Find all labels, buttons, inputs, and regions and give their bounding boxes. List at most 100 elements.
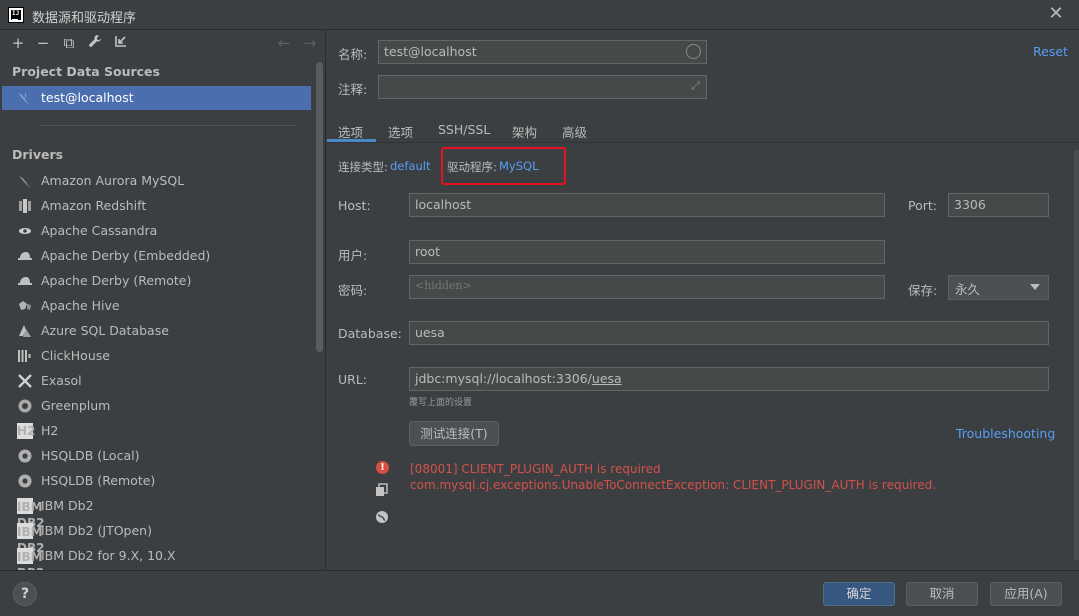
- tab-schema[interactable]: 架构: [512, 122, 537, 141]
- driver-item[interactable]: ClickHouse: [0, 344, 312, 369]
- right-pane: 名称: test@localhost Reset 注释: ⤢ 选项 选项 SSH…: [327, 30, 1079, 570]
- driver-label: Apache Hive: [41, 298, 120, 313]
- left-scrollbar[interactable]: [316, 62, 323, 352]
- driver-item[interactable]: IBMDB2 IBM Db2 for 9.X, 10.X: [0, 544, 312, 580]
- ibm-db2-icon: IBMDB2: [17, 498, 44, 530]
- expand-icon[interactable]: ⤢: [691, 79, 700, 93]
- eye-icon: [17, 223, 33, 239]
- duplicate-icon[interactable]: ⧉: [60, 34, 78, 52]
- save-select[interactable]: 永久: [948, 275, 1049, 300]
- title-bar: IJ 数据源和驱动程序 ✕: [0, 0, 1079, 30]
- drivers-title: Drivers: [12, 147, 64, 162]
- circle-icon: [17, 398, 33, 414]
- tabs-divider: [327, 142, 1079, 143]
- driver-item[interactable]: Amazon Aurora MySQL: [0, 169, 312, 194]
- x-icon: [17, 373, 33, 389]
- user-label: 用户:: [338, 248, 368, 263]
- driver-label: HSQLDB (Local): [41, 448, 140, 463]
- driver-label: 驱动程序:: [447, 160, 497, 174]
- driver-item[interactable]: Apache Derby (Embedded): [0, 244, 312, 269]
- driver-label: Amazon Aurora MySQL: [41, 173, 185, 188]
- ibm-db2-icon: IBMDB2: [17, 548, 44, 580]
- driver-label: HSQLDB (Remote): [41, 473, 156, 488]
- comment-label: 注释:: [338, 82, 368, 97]
- import-icon[interactable]: [112, 34, 130, 52]
- test-connection-button[interactable]: 测试连接(T): [409, 421, 499, 446]
- driver-item[interactable]: H2 H2: [0, 419, 312, 444]
- comment-field[interactable]: ⤢: [378, 75, 707, 99]
- wrench-icon[interactable]: [86, 34, 104, 52]
- error-message-line-2: com.mysql.cj.exceptions.UnableToConnectE…: [410, 478, 937, 492]
- dialog-footer: ? 确定 取消 应用(A): [0, 570, 1079, 616]
- database-field[interactable]: uesa: [409, 321, 1049, 345]
- name-field[interactable]: test@localhost: [378, 40, 707, 64]
- section-divider: [40, 125, 296, 126]
- connection-type-link[interactable]: default: [390, 159, 430, 173]
- driver-label: Greenplum: [41, 398, 111, 413]
- driver-link[interactable]: MySQL: [499, 159, 539, 173]
- url-label: URL:: [338, 372, 368, 387]
- left-toolbar: + − ⧉ ← →: [0, 30, 326, 58]
- driver-label: Exasol: [41, 373, 82, 388]
- left-pane: + − ⧉ ← → Project Data Sources test@loca…: [0, 30, 326, 580]
- save-label: 保存:: [908, 283, 938, 298]
- ok-button[interactable]: 确定: [823, 582, 895, 606]
- url-hint: 覆写上面的设置: [409, 398, 473, 408]
- azure-triangle-icon: [17, 323, 33, 339]
- h2-icon: H2: [17, 423, 36, 439]
- app-logo-icon: IJ: [8, 7, 24, 23]
- forward-arrow-icon[interactable]: →: [301, 34, 319, 52]
- data-source-item[interactable]: test@localhost: [2, 86, 311, 110]
- troubleshooting-link[interactable]: Troubleshooting: [956, 426, 1055, 441]
- driver-item[interactable]: Apache Cassandra: [0, 219, 312, 244]
- chevron-down-icon: [1030, 284, 1040, 290]
- driver-item[interactable]: Exasol: [0, 369, 312, 394]
- remove-icon[interactable]: −: [34, 34, 52, 52]
- driver-item[interactable]: IBMDB2 IBM Db2 (JTOpen): [0, 519, 312, 555]
- back-arrow-icon[interactable]: ←: [275, 34, 293, 52]
- user-field[interactable]: root: [409, 240, 885, 264]
- cancel-button[interactable]: 取消: [906, 582, 978, 606]
- driver-label: Apache Derby (Remote): [41, 273, 192, 288]
- dolphin-icon: [17, 173, 33, 189]
- data-source-label: test@localhost: [41, 90, 134, 105]
- error-message-line-1: [08001] CLIENT_PLUGIN_AUTH is required: [410, 462, 661, 476]
- driver-item[interactable]: HSQLDB (Local): [0, 444, 312, 469]
- driver-item[interactable]: Apache Hive: [0, 294, 312, 319]
- add-icon[interactable]: +: [9, 34, 27, 52]
- driver-label: H2: [41, 423, 59, 438]
- bars-icon: [17, 348, 33, 364]
- globe-icon[interactable]: [375, 510, 389, 524]
- password-label: 密码:: [338, 283, 368, 298]
- tab-options-2[interactable]: 选项: [388, 122, 413, 141]
- driver-item[interactable]: Greenplum: [0, 394, 312, 419]
- driver-item[interactable]: IBMDB2 IBM Db2: [0, 494, 312, 530]
- host-field[interactable]: localhost: [409, 193, 885, 217]
- close-icon[interactable]: ✕: [1047, 4, 1065, 24]
- driver-item[interactable]: Apache Derby (Remote): [0, 269, 312, 294]
- copy-icon[interactable]: [375, 483, 389, 497]
- password-field[interactable]: <hidden>: [409, 275, 885, 299]
- driver-label: IBM Db2 (JTOpen): [41, 523, 152, 538]
- port-field[interactable]: 3306: [948, 193, 1049, 217]
- url-field[interactable]: jdbc:mysql://localhost:3306/uesa: [409, 367, 1049, 391]
- driver-label: ClickHouse: [41, 348, 110, 363]
- derby-hat-icon: [17, 273, 33, 289]
- driver-item[interactable]: Azure SQL Database: [0, 319, 312, 344]
- tab-advanced[interactable]: 高级: [562, 122, 587, 141]
- driver-item[interactable]: HSQLDB (Remote): [0, 469, 312, 494]
- help-button[interactable]: ?: [13, 582, 37, 606]
- driver-label: IBM Db2 for 9.X, 10.X: [41, 548, 176, 563]
- reset-link[interactable]: Reset: [1033, 44, 1068, 59]
- color-picker-icon[interactable]: [686, 44, 701, 59]
- right-scrollbar[interactable]: [1074, 150, 1079, 560]
- port-label: Port:: [908, 198, 937, 213]
- driver-label: IBM Db2: [41, 498, 94, 513]
- window-title: 数据源和驱动程序: [32, 11, 137, 26]
- error-icon: !: [376, 461, 389, 474]
- hsqldb-icon: [17, 473, 33, 489]
- driver-item[interactable]: Amazon Redshift: [0, 194, 312, 219]
- apply-button[interactable]: 应用(A): [990, 582, 1062, 606]
- derby-hat-icon: [17, 248, 33, 264]
- tab-ssh-ssl[interactable]: SSH/SSL: [438, 122, 490, 137]
